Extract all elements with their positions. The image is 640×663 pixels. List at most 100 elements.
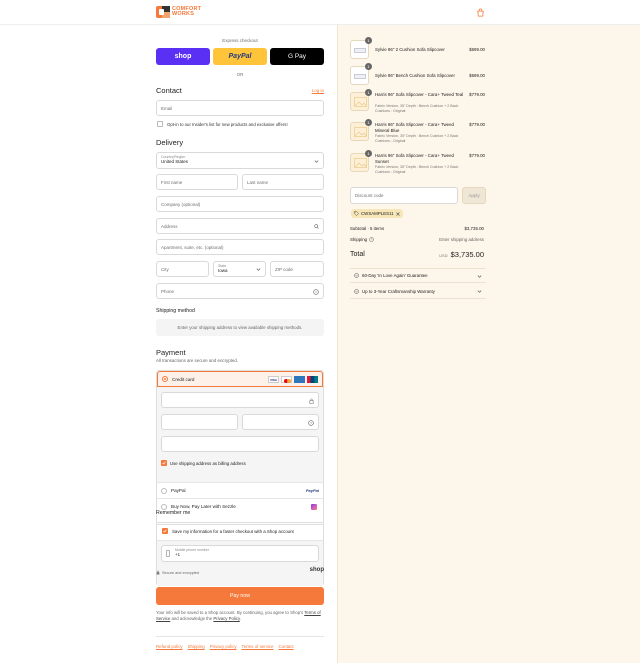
first-name-field[interactable]: First name [156, 174, 238, 190]
discount-code-field[interactable]: Discount code [350, 187, 458, 204]
paypal-logo-icon: PayPal [305, 488, 319, 493]
total-amount: USD $3,735.00 [439, 250, 484, 259]
secure-row: Secure and encrypted [156, 570, 199, 575]
paypal-radio[interactable] [161, 487, 167, 494]
quantity-badge: 1 [365, 63, 372, 70]
warranty-accordion[interactable]: Up to 3-Year Craftsmanship Warranty [350, 284, 486, 299]
email-placeholder: Email [161, 105, 173, 111]
shop-pay-button[interactable]: shop [156, 48, 210, 65]
optin-label: Opt-in to our Insider's list for new pro… [167, 121, 288, 127]
zip-field[interactable]: ZIP code [270, 261, 324, 277]
contact-heading: Contact [156, 86, 182, 95]
shop-logo: shop [309, 567, 324, 573]
state-value: Iowa [218, 268, 228, 273]
total-label: Total [350, 251, 365, 258]
apartment-field[interactable]: Apartment, suite, etc. (optional) [156, 239, 324, 255]
brand-logo[interactable]: COMFORT WORKS [156, 6, 201, 18]
remove-discount-icon[interactable] [395, 211, 400, 216]
currency-label: USD [439, 253, 448, 258]
help-icon[interactable]: ? [369, 237, 374, 242]
remember-me-box: Save my information for a faster checkou… [156, 522, 324, 586]
shipping-method-heading: Shipping method [156, 308, 195, 314]
tag-icon [354, 211, 359, 216]
paypal-option[interactable]: PayPal PayPal [157, 482, 323, 498]
first-name-placeholder: First name [161, 179, 183, 185]
terms-of-service-link[interactable]: Terms of service [242, 644, 274, 649]
phone-placeholder: Phone [161, 288, 175, 294]
item-variant: Fabric Version, 35" Depth : Bench Cushio… [375, 104, 459, 113]
image-placeholder-icon [354, 158, 367, 168]
shopping-bag-icon[interactable] [476, 8, 485, 17]
footer-links: Refund policy Shipping Privacy policy Te… [156, 644, 299, 649]
check-icon [162, 461, 166, 465]
optin-row[interactable]: Opt-in to our Insider's list for new pro… [156, 121, 288, 127]
contact-link[interactable]: Contact [279, 644, 294, 649]
discount-tag: CWSAMPLES11 [351, 209, 403, 218]
mobile-value: +1 [175, 552, 181, 557]
billing-same-checkbox[interactable] [161, 460, 167, 466]
optin-checkbox[interactable] [157, 121, 163, 127]
save-info-checkbox[interactable] [162, 528, 168, 534]
discount-tag-label: CWSAMPLES11 [361, 211, 394, 216]
country-select[interactable]: Country/Region United States [156, 152, 324, 169]
guarantee-accordion[interactable]: 60-Day 'In Love Again' Guarantee [350, 268, 486, 283]
credit-card-option[interactable]: Credit card VISA [157, 371, 323, 387]
secure-label: Secure and encrypted [162, 570, 200, 575]
payment-heading: Payment [156, 348, 186, 357]
city-field[interactable]: City [156, 261, 209, 277]
help-icon[interactable]: ? [313, 289, 319, 295]
name-on-card-field[interactable] [161, 436, 319, 452]
or-divider: OR [236, 72, 244, 77]
order-summary: 1 Sylvie 96" 2 Cushion Sofa Slipcover $6… [337, 25, 640, 663]
google-pay-button[interactable]: G Pay [270, 48, 324, 65]
pay-now-button[interactable]: Pay now [156, 587, 324, 605]
card-number-field[interactable] [161, 392, 319, 408]
total-value: $3,735.00 [450, 250, 484, 259]
svg-text:?: ? [310, 421, 312, 425]
search-icon [314, 224, 319, 229]
shop-privacy-link[interactable]: Privacy Policy [213, 616, 239, 621]
refund-policy-link[interactable]: Refund policy [156, 644, 183, 649]
mobile-phone-field[interactable]: Mobile phone number +1 [161, 545, 319, 562]
help-icon[interactable]: ? [308, 420, 314, 426]
phone-field[interactable]: Phone ? [156, 283, 324, 299]
chevron-down-icon [256, 268, 261, 271]
email-field[interactable]: Email [156, 100, 324, 116]
last-name-field[interactable]: Last name [242, 174, 324, 190]
warranty-label: Up to 3-Year Craftsmanship Warranty [362, 288, 435, 294]
last-name-placeholder: Last name [247, 179, 269, 185]
image-placeholder-icon [354, 97, 367, 107]
comfort-works-logo-icon [156, 6, 170, 18]
login-link[interactable]: Log in [312, 88, 324, 93]
amex-icon [294, 376, 305, 383]
save-info-row[interactable]: Save my information for a faster checkou… [162, 528, 294, 534]
cart-item: 1 Sylvie 96" Bench Cushion Sofa Slipcove… [350, 63, 486, 90]
image-placeholder-icon [354, 127, 367, 137]
company-placeholder: Company (optional) [161, 201, 201, 207]
company-field[interactable]: Company (optional) [156, 196, 324, 212]
lock-icon [309, 398, 314, 404]
sezzle-radio[interactable] [161, 503, 167, 510]
address-field[interactable]: Address [156, 218, 324, 234]
subtotal-label: Subtotal · 5 items [350, 226, 385, 231]
chevron-down-icon [477, 275, 482, 278]
quantity-badge: 1 [365, 37, 372, 44]
state-select[interactable]: State Iowa [213, 261, 266, 277]
payment-methods: Credit card VISA ? Use shipping address … [156, 370, 324, 525]
delivery-heading: Delivery [156, 138, 184, 147]
quantity-badge: 1 [365, 89, 372, 96]
brand-name: COMFORT WORKS [172, 5, 202, 17]
billing-same-row[interactable]: Use shipping address as billing address [161, 460, 246, 466]
chevron-down-icon [477, 290, 482, 293]
security-code-field[interactable]: ? [242, 414, 319, 430]
subtotal-value: $3,735.00 [464, 226, 484, 231]
shipping-link[interactable]: Shipping [188, 644, 205, 649]
credit-card-radio[interactable] [162, 376, 168, 382]
paypal-button[interactable]: PayPal [213, 48, 267, 65]
country-value: United States [161, 159, 189, 164]
expiration-field[interactable] [161, 414, 238, 430]
privacy-policy-link[interactable]: Privacy policy [210, 644, 237, 649]
mobile-section: Mobile phone number +1 [157, 540, 323, 586]
shipping-label: Shipping [350, 237, 368, 242]
apply-discount-button[interactable]: Apply [462, 187, 486, 204]
